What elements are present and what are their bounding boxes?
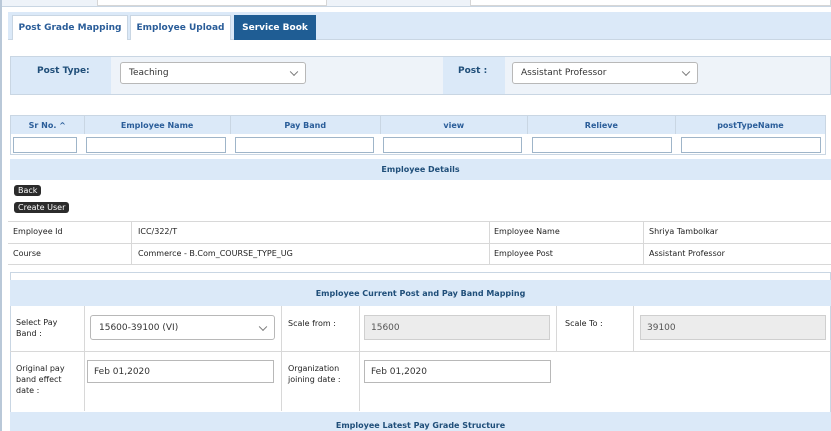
pm-divider-2 [281, 306, 282, 411]
tab-service-book[interactable]: Service Book [234, 15, 316, 40]
filter-employee-name[interactable] [86, 137, 226, 153]
pm-divider-3 [359, 306, 360, 411]
col-view[interactable]: view [381, 116, 528, 134]
scale-from-input: 15600 [364, 315, 550, 340]
chevron-down-icon [289, 67, 299, 77]
details-col-divider-1 [131, 221, 132, 265]
latest-structure-title: Employee Latest Pay Grade Structure [335, 421, 506, 430]
select-pay-band-label: Select Pay Band : [16, 318, 58, 338]
pay-band-select[interactable]: 15600-39100 (VI) [90, 315, 275, 340]
details-col-divider-2 [489, 221, 490, 265]
pay-band-value: 15600-39100 (VI) [99, 322, 179, 333]
scale-to-label: Scale To : [565, 319, 603, 328]
course-label: Course [13, 249, 41, 258]
course-value: Commerce - B.Com_COURSE_TYPE_UG [138, 249, 293, 258]
original-effect-date-label: Original pay band effect date : [16, 364, 65, 395]
employee-id-value: ICC/322/T [138, 227, 178, 236]
post-select[interactable]: Assistant Professor [512, 62, 698, 84]
chevron-down-icon [258, 322, 268, 331]
employee-id-label: Employee Id [13, 227, 63, 236]
post-type-label: Post Type: [37, 66, 90, 76]
original-effect-date-input[interactable]: Feb 01,2020 [87, 360, 274, 383]
organization-joining-date-input[interactable]: Feb 01,2020 [364, 360, 551, 383]
employee-details-header: Employee Details [10, 159, 831, 180]
chevron-down-icon [681, 67, 691, 77]
col-post-type-name[interactable]: postTypeName [676, 116, 825, 134]
grid-header-row: Sr No. ^ Employee Name Pay Band view Rel… [11, 116, 825, 134]
col-sr-no[interactable]: Sr No. ^ [11, 116, 85, 134]
col-employee-name[interactable]: Employee Name [85, 116, 231, 134]
pm-divider-4 [556, 306, 557, 352]
scale-to-input: 39100 [640, 315, 826, 340]
scale-from-label: Scale from : [288, 319, 336, 328]
pay-mapping-title: Employee Current Post and Pay Band Mappi… [315, 288, 526, 298]
filter-relieve[interactable] [532, 137, 672, 153]
back-button[interactable]: Back [14, 185, 42, 196]
tab-employee-upload[interactable]: Employee Upload [130, 15, 231, 40]
pm-divider-1 [84, 306, 85, 411]
latest-structure-header: Employee Latest Pay Grade Structure [10, 412, 831, 431]
top-strip-field-2 [470, 0, 831, 6]
post-label: Post : [458, 66, 488, 76]
col-pay-band[interactable]: Pay Band [231, 116, 381, 134]
post-value: Assistant Professor [521, 68, 607, 78]
employee-post-value: Assistant Professor [649, 249, 725, 258]
create-user-button[interactable]: Create User [14, 202, 70, 213]
employee-post-label: Employee Post [494, 249, 553, 258]
left-edge [0, 0, 2, 431]
details-col-divider-3 [643, 221, 644, 265]
filter-pay-band[interactable] [235, 137, 374, 153]
tab-post-grade-mapping[interactable]: Post Grade Mapping [12, 15, 128, 40]
top-strip-field [97, 0, 327, 6]
post-type-select[interactable]: Teaching [120, 62, 306, 84]
filter-post-type-name[interactable] [681, 137, 821, 153]
filter-sr-no[interactable] [13, 137, 77, 153]
employee-name-label: Employee Name [494, 227, 560, 236]
pay-mapping-header: Employee Current Post and Pay Band Mappi… [10, 280, 831, 306]
post-type-value: Teaching [129, 68, 169, 78]
employee-details-title: Employee Details [381, 165, 460, 174]
col-relieve[interactable]: Relieve [528, 116, 676, 134]
filter-view[interactable] [383, 137, 522, 153]
pm-divider-5 [633, 306, 634, 352]
employee-name-value: Shriya Tambolkar [649, 227, 718, 236]
organization-joining-date-label: Organization joining date : [288, 364, 341, 384]
